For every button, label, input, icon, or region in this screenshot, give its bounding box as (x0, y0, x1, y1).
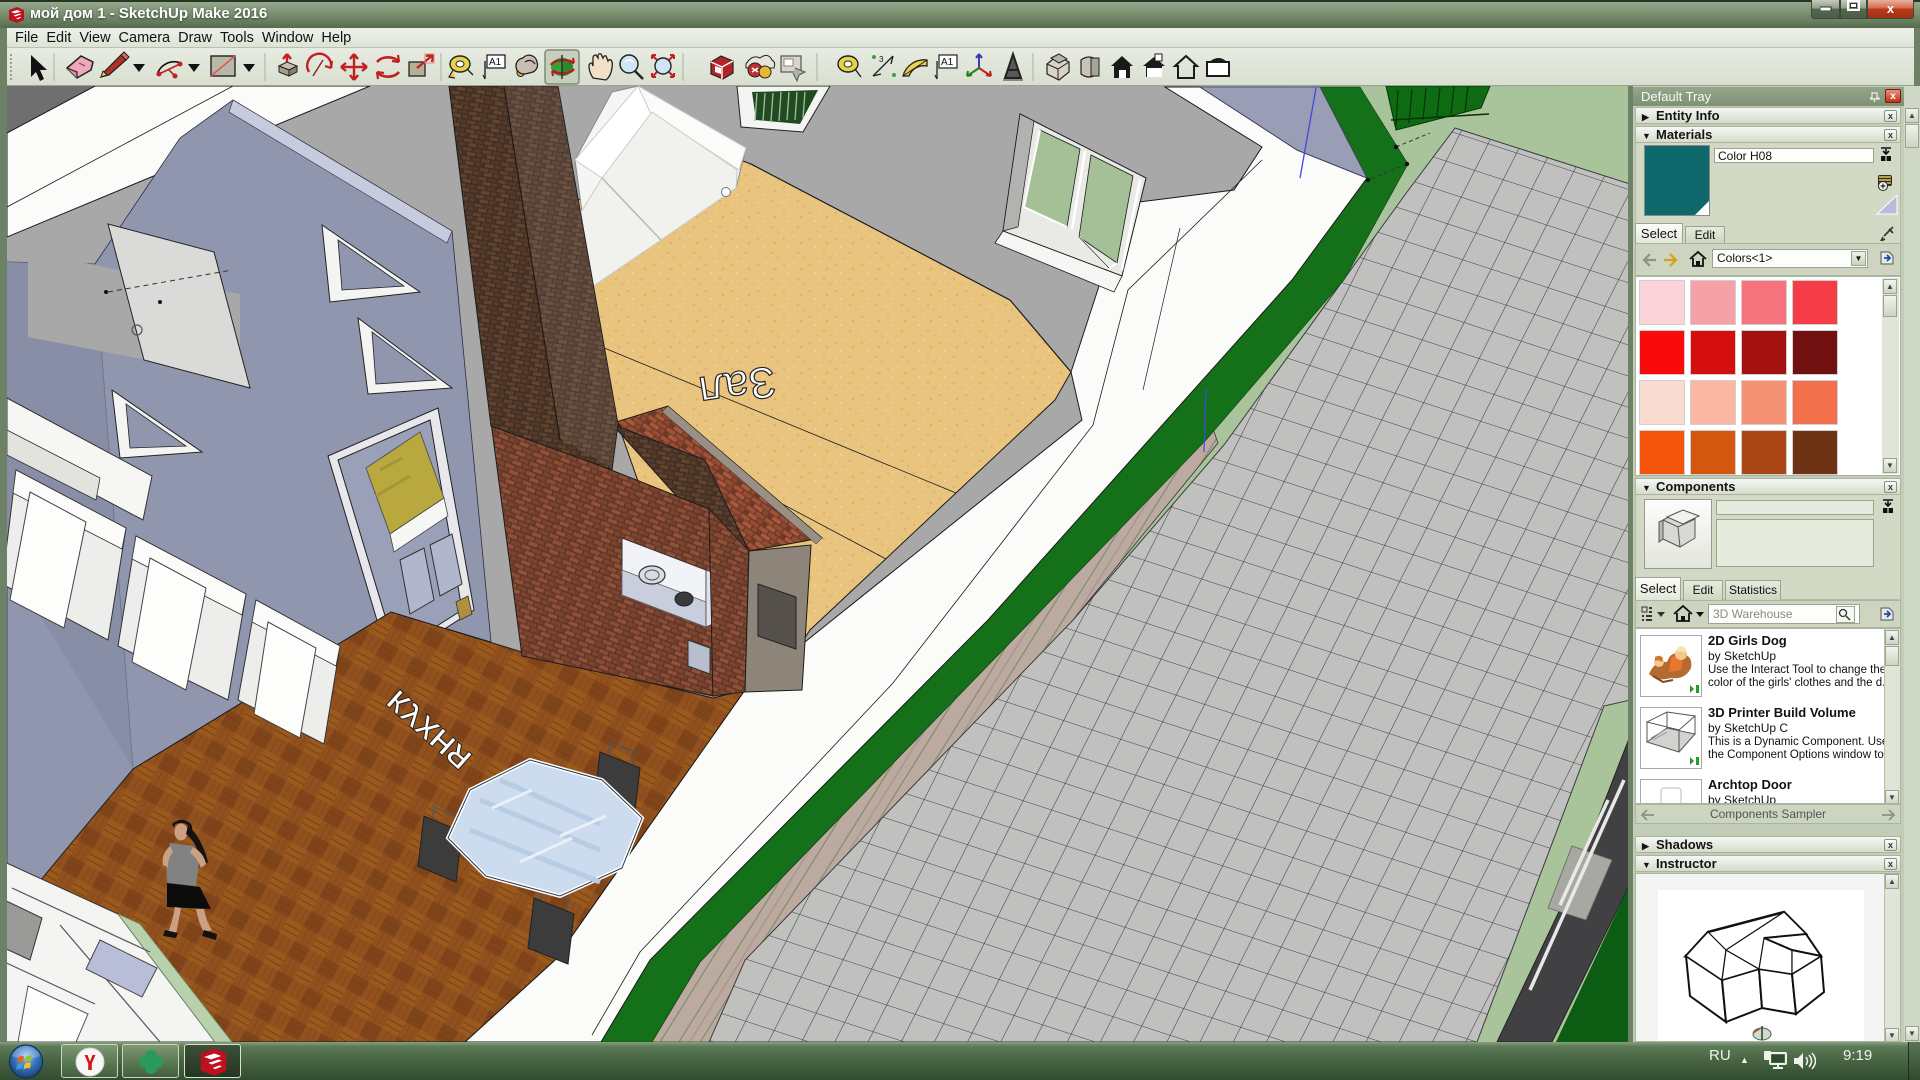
svg-text:3: 3 (879, 55, 884, 64)
svg-text:A1: A1 (941, 57, 954, 68)
svg-text:A1: A1 (489, 57, 502, 68)
